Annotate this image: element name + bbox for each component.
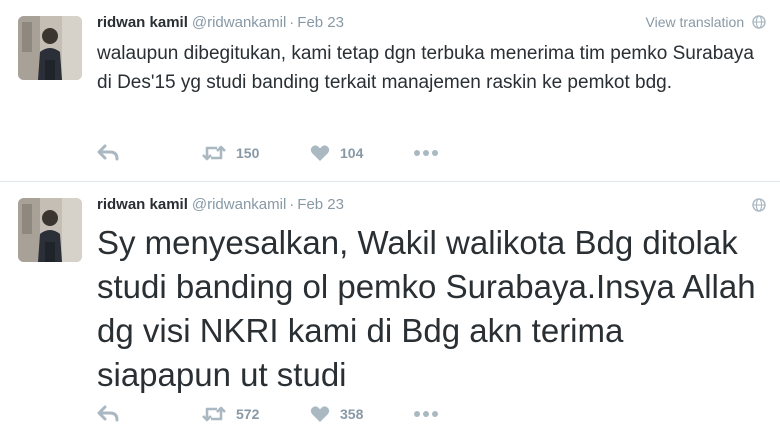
tweet-text: walaupun dibegitukan, kami tetap dgn ter… bbox=[97, 43, 754, 93]
tweet-header: ridwan kamil @ridwankamil · Feb 23 bbox=[97, 13, 344, 33]
like-count: 104 bbox=[340, 145, 364, 161]
author-name[interactable]: ridwan kamil bbox=[97, 196, 188, 213]
separator-dot: · bbox=[289, 14, 295, 31]
reply-button[interactable] bbox=[97, 403, 119, 425]
retweet-icon bbox=[202, 406, 226, 422]
like-button[interactable]: 358 bbox=[310, 403, 363, 425]
view-translation-label: View translation bbox=[645, 14, 745, 30]
timestamp[interactable]: Feb 23 bbox=[297, 196, 344, 213]
reply-icon bbox=[97, 405, 119, 422]
more-button[interactable] bbox=[413, 142, 439, 164]
globe-icon bbox=[752, 15, 766, 32]
retweet-count: 572 bbox=[236, 406, 260, 422]
more-icon bbox=[414, 411, 438, 417]
more-icon bbox=[414, 150, 438, 156]
author-name[interactable]: ridwan kamil bbox=[97, 14, 188, 31]
tweet[interactable]: ridwan kamil @ridwankamil · Feb 23 View tra… bbox=[0, 0, 780, 182]
tweet-actions: 572 358 bbox=[97, 403, 457, 425]
author-handle[interactable]: @ridwankamil bbox=[192, 14, 286, 31]
more-button[interactable] bbox=[413, 403, 439, 425]
tweet[interactable]: ridwan kamil @ridwankamil · Feb 23 Sy menye… bbox=[0, 182, 780, 439]
view-translation-link[interactable]: View translation bbox=[646, 14, 766, 32]
timestamp[interactable]: Feb 23 bbox=[297, 14, 344, 31]
heart-icon bbox=[310, 406, 330, 422]
heart-icon bbox=[310, 145, 330, 161]
author-handle[interactable]: @ridwankamil bbox=[192, 196, 286, 213]
like-button[interactable]: 104 bbox=[310, 142, 363, 164]
tweet-feed: ridwan kamil @ridwankamil · Feb 23 View tra… bbox=[0, 0, 780, 439]
reply-icon bbox=[97, 144, 119, 161]
retweet-button[interactable]: 150 bbox=[202, 142, 259, 164]
retweet-button[interactable]: 572 bbox=[202, 403, 259, 425]
retweet-icon bbox=[202, 145, 226, 161]
separator-dot: · bbox=[289, 196, 295, 213]
translate-button[interactable] bbox=[752, 198, 766, 217]
tweet-text: Sy menyesalkan, Wakil walikota Bdg ditol… bbox=[97, 224, 756, 393]
retweet-count: 150 bbox=[236, 145, 260, 161]
reply-button[interactable] bbox=[97, 142, 119, 164]
tweet-actions: 150 104 bbox=[97, 142, 457, 164]
avatar[interactable] bbox=[18, 198, 82, 262]
avatar-photo bbox=[18, 198, 82, 262]
globe-icon bbox=[752, 198, 766, 212]
avatar[interactable] bbox=[18, 16, 82, 80]
like-count: 358 bbox=[340, 406, 364, 422]
tweet-header: ridwan kamil @ridwankamil · Feb 23 bbox=[97, 195, 344, 215]
avatar-photo bbox=[18, 16, 82, 80]
